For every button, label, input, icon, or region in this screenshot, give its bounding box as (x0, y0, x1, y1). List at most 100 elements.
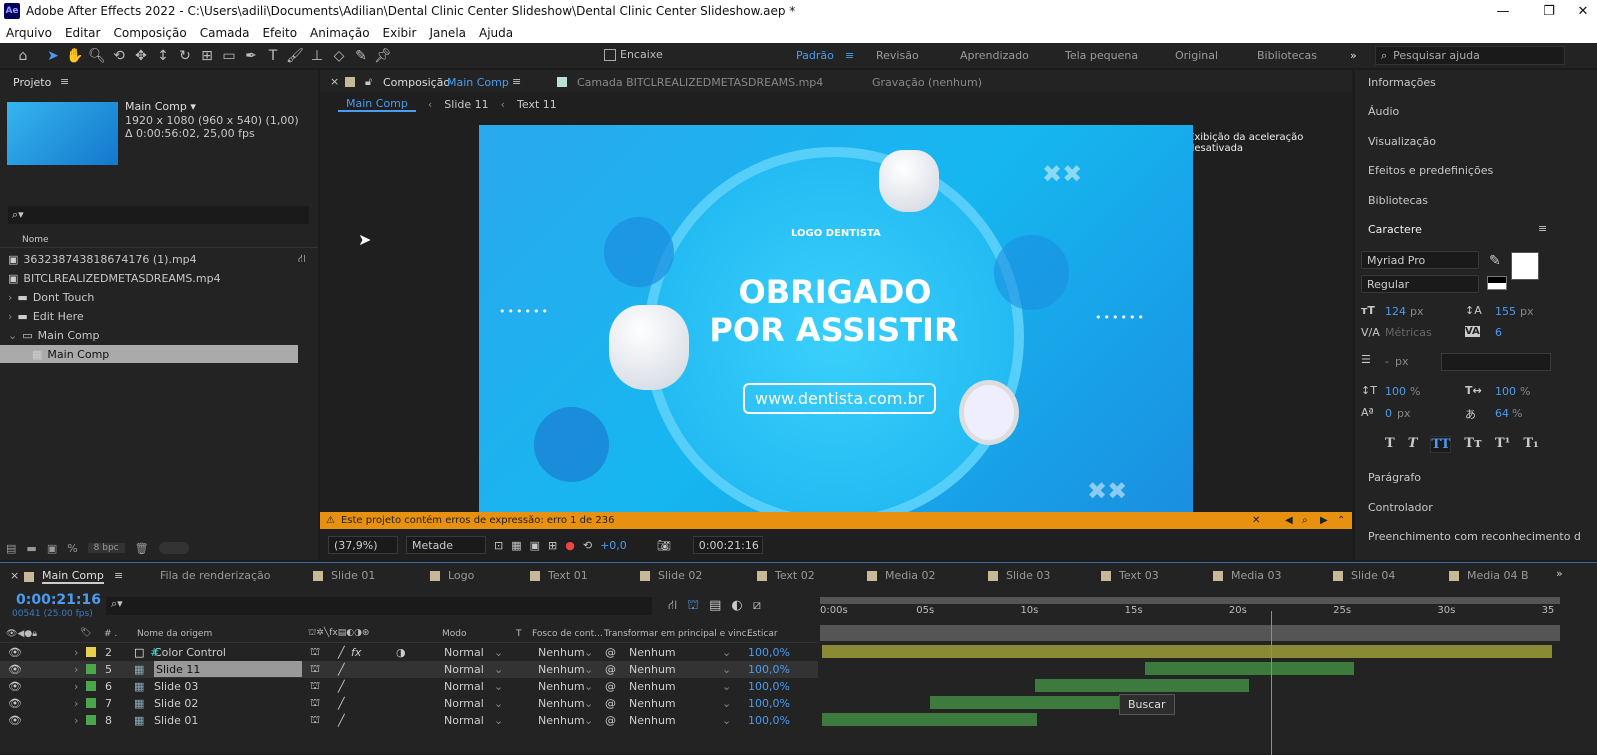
menu-arquivo[interactable]: Arquivo (6, 26, 52, 40)
panel-menu-icon[interactable]: ≡ (512, 75, 521, 88)
timeline-tab[interactable]: Main Comp (24, 569, 104, 584)
track-matte-select[interactable]: Nenhum (538, 644, 585, 660)
label-color-swatch[interactable] (86, 664, 96, 674)
layer-duration-bar[interactable] (930, 696, 1146, 709)
panel-audio[interactable]: Áudio (1368, 105, 1399, 118)
stretch-value[interactable]: 100,0% (748, 695, 790, 711)
dismiss-icon[interactable]: ✕ (1252, 515, 1260, 526)
next-error-icon[interactable]: ▶ (1320, 515, 1328, 526)
pen-tool-icon[interactable]: ✒ (240, 45, 262, 67)
expand-arrow-icon[interactable]: ⌄ (8, 329, 17, 342)
stretch-value[interactable]: 100,0% (748, 712, 790, 728)
font-style-select[interactable]: Regular (1361, 275, 1479, 293)
visibility-icon[interactable]: 👁︎ (8, 678, 22, 694)
region-of-interest-icon[interactable]: ⊡ (494, 539, 503, 552)
prev-error-icon[interactable]: ◀ (1285, 515, 1293, 526)
work-area-navigator[interactable] (820, 597, 1560, 604)
comp-name[interactable]: Main Comp ▾ (125, 100, 196, 113)
visibility-icon[interactable]: 👁︎ (8, 661, 22, 677)
visibility-icon[interactable]: 👁︎ (8, 644, 22, 660)
channels-icon[interactable]: ● (565, 539, 575, 552)
expression-error-bar[interactable]: ⚠ Este projeto contém erros de expressão… (320, 512, 1352, 529)
project-item[interactable]: › ▬ Dont Touch (0, 288, 298, 306)
stroke-type-select[interactable] (1441, 353, 1551, 371)
panel-controlador[interactable]: Controlador (1368, 501, 1433, 514)
faux-italic-button[interactable]: T (1408, 436, 1418, 453)
timeline-tab[interactable]: Logo (430, 569, 474, 582)
dolly-tool-icon[interactable]: ↕ (152, 45, 174, 67)
tracking-value[interactable]: 6 (1495, 326, 1502, 339)
workspace-original[interactable]: Original (1175, 49, 1218, 62)
timeline-tab[interactable]: Media 02 (867, 569, 936, 582)
anchor-tool-icon[interactable]: ⊞ (196, 45, 218, 67)
new-folder-icon[interactable]: ▬ (26, 542, 36, 555)
workspace-padrao[interactable]: Padrão (796, 49, 834, 62)
panel-menu-icon[interactable]: ≡ (60, 75, 69, 88)
layer-row[interactable]: 👁︎ › 7 ▦ Slide 02 ⛫ ╱ Normal ⌄ Nenhum ⌄ @ Nenhum ⌄ 100… (0, 695, 818, 712)
timeline-tab[interactable]: Text 01 (530, 569, 588, 582)
leading-value[interactable]: 155 (1495, 305, 1516, 318)
quality-switch-icon[interactable]: ╱ (338, 712, 345, 728)
col-source-name[interactable]: Nome da origem (137, 629, 212, 639)
subscript-button[interactable]: T₁ (1523, 436, 1538, 453)
mode-select[interactable]: Normal (444, 661, 484, 677)
pan-tool-icon[interactable]: ✥ (130, 45, 152, 67)
exposure-value[interactable]: +0,0 (600, 539, 627, 552)
mode-select[interactable]: Normal (444, 712, 484, 728)
breadcrumb-main-comp[interactable]: Main Comp (338, 97, 416, 112)
font-family-select[interactable]: Myriad Pro (1361, 251, 1479, 269)
pickwhip-icon[interactable]: @ (605, 712, 616, 728)
col-track-matte[interactable]: Fosco de cont... (532, 629, 603, 639)
expand-arrow-icon[interactable]: › (8, 291, 12, 304)
visibility-icon[interactable]: 👁︎ (8, 712, 22, 728)
rectangle-tool-icon[interactable]: ▭ (218, 45, 240, 67)
project-item[interactable]: ⌄ ▭ Main Comp (0, 326, 298, 344)
expand-arrow-icon[interactable]: › (74, 695, 78, 711)
orbit-tool-icon[interactable]: ⟲ (108, 45, 130, 67)
shy-switch-icon[interactable]: ⛫ (310, 661, 320, 677)
collapse-icon[interactable]: ⌃ (1337, 515, 1345, 526)
workspace-menu-icon[interactable]: ≡ (845, 49, 854, 62)
menu-composicao[interactable]: Composição (113, 26, 186, 40)
frame-blending-icon[interactable]: ▤ (709, 598, 721, 615)
parent-select[interactable]: Nenhum (629, 644, 676, 660)
layer-duration-bar[interactable] (822, 713, 1037, 726)
fill-color-swatch[interactable] (1511, 252, 1539, 280)
trash-icon[interactable]: 🗑︎ (135, 542, 149, 555)
timeline-tab[interactable]: Text 02 (757, 569, 815, 582)
track-matte-select[interactable]: Nenhum (538, 712, 585, 728)
stretch-value[interactable]: 100,0% (748, 644, 790, 660)
snapshot-icon[interactable]: 📷︎ (657, 539, 671, 552)
flowchart-icon[interactable]: ⛙ (298, 252, 306, 267)
scrollbar[interactable] (158, 542, 189, 554)
expand-arrow-icon[interactable]: › (74, 678, 78, 694)
layer-tab[interactable]: Camada BITCLREALIZEDMETASDREAMS.mp4 (577, 76, 823, 89)
mode-select[interactable]: Normal (444, 644, 484, 660)
col-mode[interactable]: Modo (442, 629, 467, 639)
col-parent[interactable]: Transformar em principal e vinc... (604, 629, 755, 639)
expand-arrow-icon[interactable]: › (8, 310, 12, 323)
default-colors-icon[interactable] (1487, 276, 1507, 290)
label-color-swatch[interactable] (86, 715, 96, 725)
bpc-button[interactable]: 8 bpc (87, 543, 125, 553)
adjustment-layer-icon[interactable]: ◑ (396, 644, 406, 660)
layer-duration-bar[interactable] (1145, 662, 1354, 675)
layer-name[interactable]: Slide 11 (154, 661, 302, 677)
quality-switch-icon[interactable]: ╱ (338, 678, 345, 694)
label-color-swatch[interactable] (86, 698, 96, 708)
menu-animacao[interactable]: Animação (310, 26, 369, 40)
minimize-button[interactable]: — (1480, 0, 1526, 22)
recording-tab[interactable]: Gravação (nenhum) (872, 76, 982, 89)
eyedropper-icon[interactable]: ✎ (1489, 253, 1501, 269)
quality-switch-icon[interactable]: ╱ (338, 644, 345, 660)
roto-brush-icon[interactable]: ✎ (350, 45, 372, 67)
workspace-revisao[interactable]: Revisão (876, 49, 919, 62)
workspace-aprendizado[interactable]: Aprendizado (960, 49, 1029, 62)
panel-bibliotecas[interactable]: Bibliotecas (1368, 194, 1428, 207)
layer-name[interactable]: Slide 03 (154, 678, 198, 694)
layer-row[interactable]: 👁︎ › 6 ▦ Slide 03 ⛫ ╱ Normal ⌄ Nenhum ⌄ @ Nenhum ⌄ 100… (0, 678, 818, 695)
interpret-footage-icon[interactable]: ▤ (6, 542, 16, 555)
timeline-tab[interactable]: Slide 04 (1333, 569, 1395, 582)
track-matte-select[interactable]: Nenhum (538, 678, 585, 694)
menu-editar[interactable]: Editar (65, 26, 101, 40)
